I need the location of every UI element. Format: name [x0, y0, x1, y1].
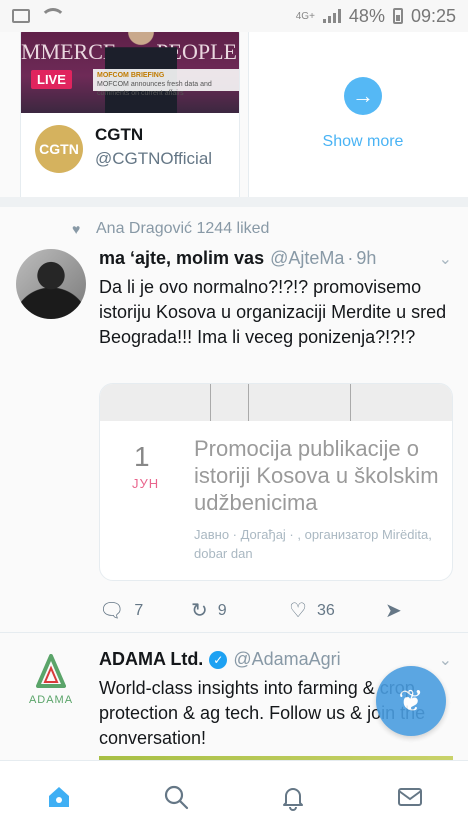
recommended-carousel: MMERCE PEOPLE LIVE MOFCOM BRIEFING MOFCO… [0, 32, 468, 197]
messages-icon [397, 787, 422, 806]
reply-count: 7 [134, 601, 144, 619]
author-handle[interactable]: @AjteMa [270, 248, 344, 269]
heart-icon: ♥ [72, 221, 81, 237]
separator-dot: · [347, 248, 354, 268]
event-card[interactable]: 1 ЈУН Promocija publikacije o istoriji K… [99, 383, 453, 581]
event-title: Promocija publikacije o istoriji Kosova … [194, 436, 439, 515]
retweet-button[interactable]: ↻ 9 [191, 598, 289, 623]
battery-percent: 48% [348, 5, 385, 26]
compose-tweet-button[interactable]: ❦ [376, 666, 446, 736]
wifi-icon [40, 8, 66, 24]
retweet-icon: ↻ [191, 600, 208, 622]
tweet-time: 9h [356, 248, 377, 268]
like-count: 36 [316, 601, 335, 619]
map-border-line [350, 384, 352, 421]
search-icon [164, 785, 188, 809]
ticker-text: MOFCOM announces fresh data and comments… [97, 81, 212, 97]
network-type: 4G+ [295, 10, 315, 22]
show-more-link[interactable]: Show more [323, 133, 404, 151]
avatar[interactable] [16, 249, 86, 319]
tab-messages[interactable] [380, 772, 440, 822]
share-button[interactable]: ➤ [385, 598, 402, 623]
map-border-line [210, 384, 212, 421]
author-name[interactable]: ADAMA Ltd. [99, 649, 203, 670]
event-month: ЈУН [132, 476, 160, 491]
event-map-image [100, 384, 452, 421]
arrow-right-icon[interactable]: → [344, 77, 382, 115]
adama-logo-text: ADAMA [28, 694, 74, 706]
social-context-text: Ana Dragović 1244 liked [96, 220, 270, 237]
show-more-card[interactable]: → Show more [248, 32, 468, 197]
gallery-icon [12, 9, 30, 23]
event-meta: Јавно · Догађај · , организатор Mirëdita… [194, 527, 432, 561]
notifications-icon [282, 787, 303, 811]
signal-icon [322, 9, 341, 23]
heart-icon: ♡ [289, 600, 307, 622]
tweet-text: Da li je ovo normalno?!?!? promovisemo i… [99, 277, 447, 347]
chevron-down-icon[interactable]: ⌄ [439, 650, 452, 670]
home-icon [48, 786, 69, 807]
tweet[interactable]: ♥ Ana Dragović 1244 liked ma ʻajte, moli… [0, 207, 468, 633]
author-handle[interactable]: @AdamaAgri [233, 649, 340, 670]
reply-button[interactable]: 🗨 7 [99, 598, 191, 623]
account-name: CGTN [95, 125, 144, 144]
author-name[interactable]: ma ʻajte, molim vas [99, 248, 264, 269]
account-handle: @CGTNOfficial [95, 149, 213, 168]
tab-home[interactable] [29, 772, 89, 822]
map-border-line [248, 384, 250, 421]
chevron-down-icon[interactable]: ⌄ [439, 249, 452, 269]
reply-icon: 🗨 [99, 600, 125, 622]
retweet-count: 9 [217, 601, 227, 619]
tweet-header: ma ʻajte, molim vas @AjteMa · 9h ⌄ [99, 248, 452, 269]
live-badge: LIVE [31, 70, 72, 89]
status-bar: 4G+ 48% 09:25 [0, 0, 468, 32]
ticker-title: MOFCOM BRIEFING [97, 72, 165, 79]
share-icon: ➤ [385, 600, 402, 622]
cgtn-logo-text: CGTN [39, 141, 79, 157]
compose-icon: ❦ [398, 684, 424, 718]
banner-text-left: MMERCE [21, 39, 117, 64]
cgtn-avatar[interactable]: CGTN [35, 125, 83, 173]
news-ticker: MOFCOM BRIEFING MOFCOM announces fresh d… [93, 69, 239, 97]
tab-notifications[interactable] [263, 772, 323, 822]
tab-search[interactable] [146, 772, 206, 822]
card-banner-image: MMERCE PEOPLE LIVE MOFCOM BRIEFING MOFCO… [21, 32, 239, 113]
bottom-nav [0, 760, 468, 832]
like-button[interactable]: ♡ 36 [289, 598, 385, 623]
verified-badge-icon: ✓ [209, 650, 228, 669]
account-card-cgtn[interactable]: MMERCE PEOPLE LIVE MOFCOM BRIEFING MOFCO… [20, 32, 240, 197]
clock: 09:25 [410, 5, 456, 26]
section-divider [0, 197, 468, 207]
adama-avatar[interactable]: ADAMA [28, 654, 74, 716]
event-day: 1 [134, 441, 150, 472]
adama-logo-icon [36, 654, 66, 690]
battery-icon [392, 8, 403, 24]
tweet-actions: 🗨 7 ↻ 9 ♡ 36 ➤ [99, 598, 419, 623]
social-context: ♥ Ana Dragović 1244 liked [72, 220, 269, 238]
